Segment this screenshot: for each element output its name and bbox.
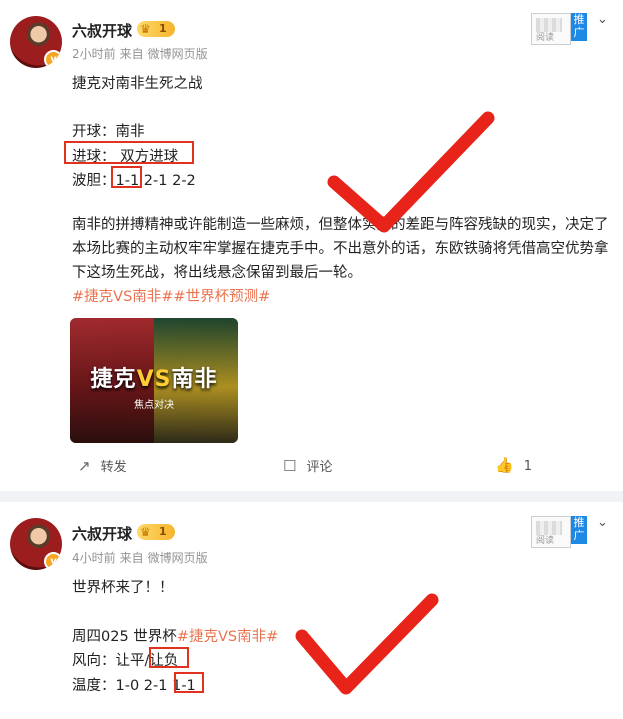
promote-button[interactable]: 推广 bbox=[571, 13, 587, 41]
post-line-1: 世界杯来了！！ bbox=[72, 580, 174, 596]
author-name[interactable]: 六叔开球 bbox=[72, 523, 132, 544]
repost-button[interactable]: ↗ 转发 bbox=[78, 456, 127, 475]
post-time[interactable]: 2小时前 bbox=[72, 47, 116, 61]
post-image[interactable]: 捷克VS南非 焦点对决 bbox=[70, 318, 238, 443]
level-badge: ♛ 1 bbox=[137, 524, 175, 540]
repost-icon: ↗ bbox=[78, 457, 91, 475]
weibo-post-1: v 六叔开球 ♛ 1 2小时前 来自 微博网页版 阅读 推广 ⌄ 捷克对南非生死之战 … bbox=[0, 0, 623, 491]
post-time[interactable]: 4小时前 bbox=[72, 551, 116, 565]
post-source: 微博网页版 bbox=[147, 551, 208, 565]
read-count-box: 阅读 bbox=[531, 516, 571, 548]
image-subtitle: 焦点对决 bbox=[134, 400, 174, 411]
verified-badge-icon: v bbox=[44, 50, 62, 68]
crown-icon: ♛ bbox=[140, 525, 151, 539]
promote-button[interactable]: 推广 bbox=[571, 516, 587, 544]
red-checkmark bbox=[327, 111, 495, 233]
hashtag[interactable]: #捷克VS南非# bbox=[177, 629, 278, 645]
chevron-down-icon[interactable]: ⌄ bbox=[597, 12, 608, 27]
post-source: 微博网页版 bbox=[147, 47, 208, 61]
chevron-down-icon[interactable]: ⌄ bbox=[597, 515, 608, 530]
highlight-box-temperature bbox=[174, 672, 204, 693]
post-title-line: 捷克对南非生死之战 bbox=[72, 76, 203, 92]
weibo-post-2: v 六叔开球 ♛ 1 4小时前 来自 微博网页版 阅读 推广 ⌄ 世界杯来了！！ 周四… bbox=[0, 502, 623, 719]
red-checkmark bbox=[295, 593, 439, 695]
post-line-2: 周四025 世界杯#捷克VS南非# bbox=[72, 629, 279, 645]
read-count-box: 阅读 bbox=[531, 13, 571, 45]
author-name[interactable]: 六叔开球 bbox=[72, 20, 132, 41]
level-badge: ♛ 1 bbox=[137, 21, 175, 37]
like-button[interactable]: 👍 1 bbox=[495, 456, 532, 474]
highlight-box-goals bbox=[64, 141, 194, 164]
post-meta: 4小时前 来自 微博网页版 bbox=[72, 551, 208, 565]
author-avatar[interactable]: v bbox=[10, 16, 62, 68]
author-avatar[interactable]: v bbox=[10, 518, 62, 570]
hashtags[interactable]: #捷克VS南非##世界杯预测# bbox=[72, 289, 270, 305]
image-title: 捷克VS南非 bbox=[90, 367, 218, 392]
action-bar: ↗ 转发 ☐ 评论 👍 1 bbox=[0, 456, 623, 486]
comment-icon: ☐ bbox=[283, 457, 297, 475]
thumbs-up-icon: 👍 bbox=[495, 456, 514, 474]
crown-icon: ♛ bbox=[140, 22, 151, 36]
verified-badge-icon: v bbox=[44, 552, 62, 570]
post-meta: 2小时前 来自 微博网页版 bbox=[72, 47, 208, 61]
kickoff-line: 开球：南非 bbox=[72, 124, 145, 140]
highlight-box-score bbox=[111, 166, 142, 188]
comment-button[interactable]: ☐ 评论 bbox=[283, 456, 332, 475]
highlight-box-wind bbox=[149, 647, 189, 668]
